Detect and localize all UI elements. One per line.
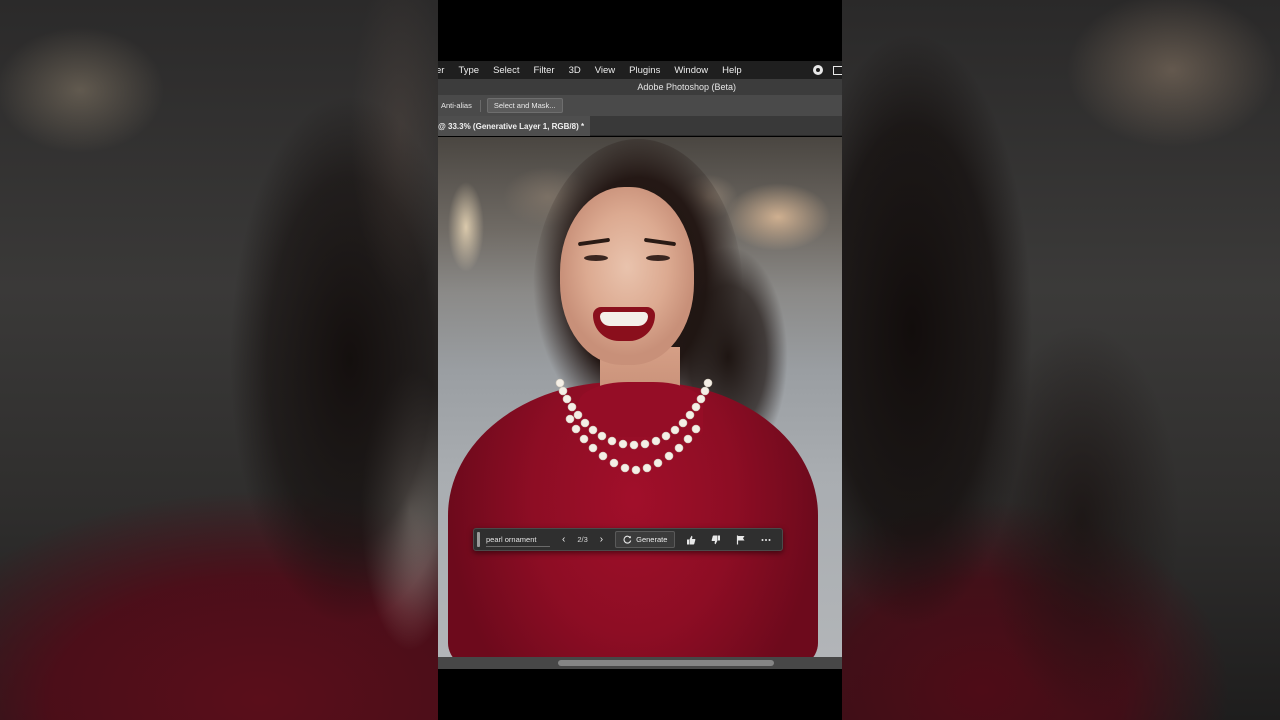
options-divider [479,99,481,112]
variation-counter: 2/3 [577,535,588,544]
horizontal-scrollbar[interactable] [438,657,842,669]
menu-help[interactable]: Help [715,65,749,76]
thumbs-down-icon[interactable] [710,535,722,545]
subject-teeth [600,312,648,326]
contextual-task-bar: pearl ornament ‹ 2/3 › Generate [473,528,783,551]
window-icon[interactable] [833,65,842,75]
menu-type[interactable]: Type [451,65,486,76]
menu-bar: er Type Select Filter 3D View Plugins Wi… [438,61,842,79]
prompt-input[interactable]: pearl ornament [486,532,550,547]
chevron-right-icon[interactable]: › [600,534,603,545]
more-icon[interactable] [760,538,772,542]
menu-3d[interactable]: 3D [562,65,588,76]
right-eye [646,255,670,261]
menu-layer[interactable]: er [438,65,451,76]
app-title: Adobe Photoshop (Beta) [637,82,736,92]
blurred-background-left [0,0,438,720]
document-tabs: @ 33.3% (Generative Layer 1, RGB/8) * [438,116,842,136]
options-bar: Anti-alias Select and Mask... [438,95,842,116]
flag-icon[interactable] [735,535,747,545]
menu-select[interactable]: Select [486,65,526,76]
blurred-background-right [842,0,1280,720]
menu-plugins[interactable]: Plugins [622,65,667,76]
photoshop-window: er Type Select Filter 3D View Plugins Wi… [438,0,842,720]
menu-view[interactable]: View [588,65,622,76]
title-bar: Adobe Photoshop (Beta) [438,79,842,95]
generate-label: Generate [636,535,668,544]
document-tab[interactable]: @ 33.3% (Generative Layer 1, RGB/8) * [438,116,591,136]
menu-window[interactable]: Window [667,65,715,76]
pearl-necklace [555,378,713,475]
record-icon[interactable] [813,65,823,75]
generate-button[interactable]: Generate [615,531,676,548]
thumbs-up-icon[interactable] [685,535,697,545]
drag-handle[interactable] [477,532,480,547]
refresh-icon [623,535,632,544]
left-eye [584,255,608,261]
chevron-left-icon[interactable]: ‹ [562,534,565,545]
menu-filter[interactable]: Filter [526,65,561,76]
image-canvas[interactable]: pearl ornament ‹ 2/3 › Generate [438,137,842,657]
scrollbar-thumb[interactable] [558,660,774,666]
select-and-mask-button[interactable]: Select and Mask... [486,98,563,113]
anti-alias-checkbox[interactable]: Anti-alias [441,101,472,110]
